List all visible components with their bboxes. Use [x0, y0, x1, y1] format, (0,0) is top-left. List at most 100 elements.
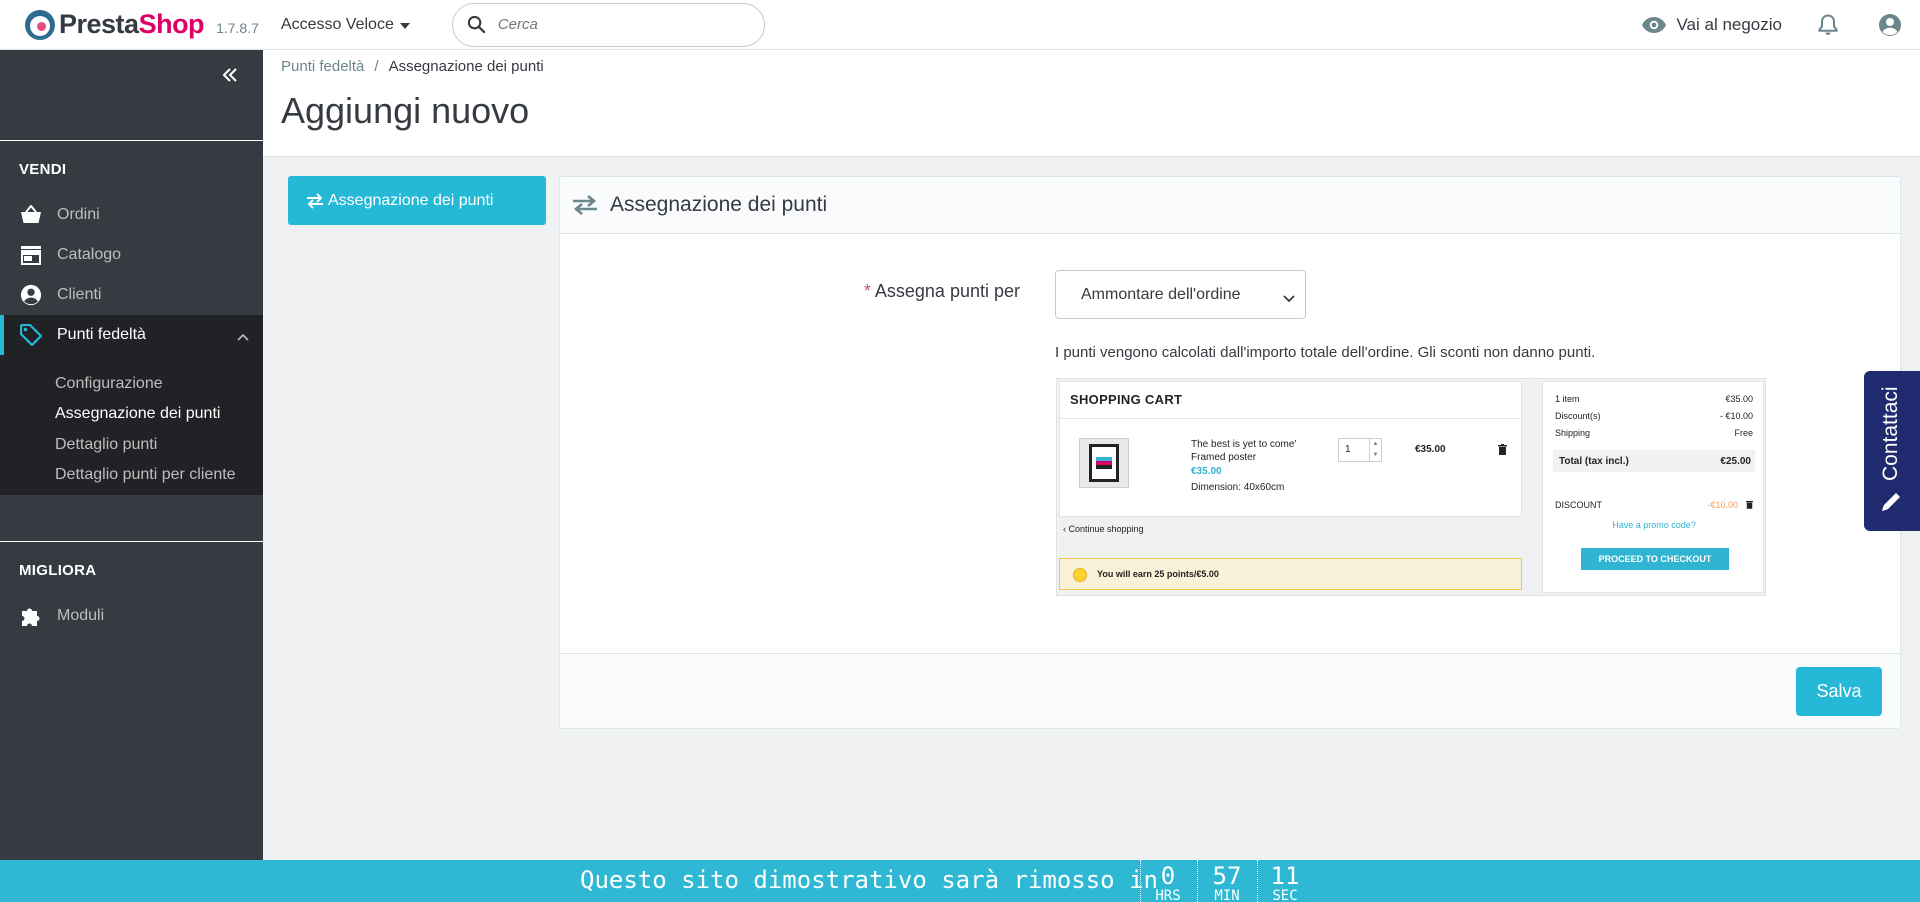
- sidebar-item-label: Ordini: [57, 206, 100, 223]
- account-circle-icon: [19, 283, 43, 307]
- product-name: The best is yet to come' Framed poster: [1191, 439, 1297, 463]
- tag-icon: [19, 323, 43, 347]
- submenu-item-points-detail[interactable]: Dettaglio punti: [55, 436, 157, 454]
- sidebar-divider: [0, 541, 263, 542]
- countdown-separator: [1140, 860, 1141, 902]
- form-panel: Assegnazione dei punti * Assegna punti pe…: [559, 176, 1901, 729]
- loyalty-submenu: Configurazione Assegnazione dei punti De…: [0, 355, 263, 495]
- discount-row: DISCOUNT -€10.00: [1555, 500, 1753, 510]
- puzzle-icon: [19, 604, 43, 628]
- basket-icon: [19, 203, 43, 227]
- cart-preview-image: SHOPPING CART The best is yet to come' Fr…: [1056, 378, 1766, 596]
- contact-us-tab[interactable]: Contattaci: [1864, 371, 1920, 531]
- sidebar: VENDI Ordini Catalogo Clienti Punti fede…: [0, 50, 263, 860]
- coin-icon: [1073, 568, 1087, 582]
- divider: [1060, 418, 1521, 419]
- countdown-minutes: 57 MIN: [1212, 862, 1242, 902]
- sidebar-divider: [0, 140, 263, 141]
- save-button[interactable]: Salva: [1796, 667, 1882, 716]
- sidebar-item-customers[interactable]: Clienti: [0, 275, 263, 315]
- panel-footer: Salva: [560, 653, 1900, 728]
- summary-total: Total (tax incl.) €25.00: [1553, 450, 1755, 472]
- required-asterisk: *: [863, 281, 871, 301]
- breadcrumb-current: Assegnazione dei punti: [388, 58, 544, 75]
- assign-points-select[interactable]: Ammontare dell'ordine: [1055, 270, 1306, 319]
- quantity-stepper-icon: ▲ ▼: [1370, 438, 1382, 462]
- summary-row: 1 item €35.00: [1555, 394, 1753, 404]
- panel-header: Assegnazione dei punti: [560, 177, 1900, 234]
- logo-text-shop: Shop: [138, 9, 205, 39]
- demo-countdown-banner: Questo sito dimostrativo sarà rimosso in…: [0, 860, 1920, 902]
- demo-banner-text: Questo sito dimostrativo sarà rimosso in: [580, 866, 1158, 894]
- cart-preview-items: SHOPPING CART The best is yet to come' Fr…: [1059, 381, 1522, 517]
- summary-row: Shipping Free: [1555, 428, 1753, 438]
- search-icon[interactable]: [467, 15, 486, 34]
- logo-text-presta: Presta: [59, 9, 139, 39]
- notifications-bell-icon[interactable]: [1818, 14, 1838, 36]
- top-header: PrestaShop 1.7.8.7 Accesso Veloce Vai al…: [0, 0, 1920, 50]
- countdown-separator: [1257, 860, 1258, 902]
- sidebar-item-loyalty-points[interactable]: Punti fedeltà: [0, 315, 263, 355]
- breadcrumb-parent[interactable]: Punti fedeltà: [281, 58, 364, 75]
- view-shop-label: Vai al negozio: [1676, 15, 1782, 34]
- sidebar-item-modules[interactable]: Moduli: [0, 596, 263, 636]
- tab-points-assignment[interactable]: Assegnazione dei punti: [288, 176, 546, 225]
- pencil-icon: [1879, 490, 1903, 519]
- quick-access-dropdown[interactable]: Accesso Veloce: [281, 16, 410, 34]
- puffin-logo-icon: [25, 9, 55, 40]
- view-shop-link[interactable]: Vai al negozio: [1642, 15, 1782, 35]
- promo-code-link: Have a promo code?: [1612, 520, 1696, 530]
- sidebar-item-orders[interactable]: Ordini: [0, 195, 263, 235]
- breadcrumb: Punti fedeltà / Assegnazione dei punti: [281, 58, 544, 75]
- quantity-value: 1: [1338, 438, 1370, 462]
- search-input[interactable]: [497, 16, 728, 33]
- product-price: €35.00: [1191, 466, 1222, 477]
- sidebar-section-sell: VENDI: [19, 161, 67, 178]
- earn-points-box: You will earn 25 points/€5.00: [1059, 558, 1522, 590]
- eye-icon: [1642, 17, 1667, 33]
- line-price: €35.00: [1415, 444, 1446, 455]
- trash-icon: [1746, 501, 1753, 509]
- quick-access-label: Accesso Veloce: [280, 15, 394, 33]
- page-header: Punti fedeltà / Assegnazione dei punti Agg…: [263, 50, 1920, 157]
- tab-label: Assegnazione dei punti: [328, 191, 494, 209]
- panel-title: Assegnazione dei punti: [610, 193, 828, 216]
- cart-preview-summary: 1 item €35.00 Discount(s) - €10.00 Shippin…: [1542, 381, 1764, 593]
- trash-icon: [1498, 442, 1507, 460]
- sidebar-item-catalog[interactable]: Catalogo: [0, 235, 263, 275]
- prestashop-logo[interactable]: PrestaShop: [25, 9, 205, 40]
- checkout-button-preview: PROCEED TO CHECKOUT: [1581, 548, 1729, 570]
- cart-preview-title: SHOPPING CART: [1070, 392, 1183, 407]
- submenu-item-points-per-customer[interactable]: Dettaglio punti per cliente: [55, 466, 236, 484]
- version-label: 1.7.8.7: [216, 19, 259, 36]
- sidebar-item-label: Clienti: [57, 286, 102, 303]
- page-title: Aggiungi nuovo: [281, 90, 530, 131]
- countdown-hours: 0 HRS: [1155, 862, 1181, 902]
- exchange-icon: [307, 192, 323, 209]
- store-icon: [19, 243, 43, 267]
- submenu-item-points-assignment[interactable]: Assegnazione dei punti: [55, 405, 220, 423]
- sidebar-item-label: Catalogo: [57, 246, 122, 263]
- help-text: I punti vengono calcolati dall'importo t…: [1055, 344, 1596, 361]
- chevron-up-icon: [237, 328, 249, 346]
- continue-shopping: ‹ Continue shopping: [1063, 524, 1144, 534]
- select-value: Ammontare dell'ordine: [1081, 285, 1241, 303]
- earn-points-text: You will earn 25 points/€5.00: [1097, 569, 1219, 579]
- sidebar-item-label: Punti fedeltà: [57, 326, 146, 343]
- assign-points-label: * Assegna punti per: [560, 281, 1020, 302]
- product-dimension: Dimension: 40x60cm: [1191, 482, 1285, 493]
- exchange-icon: [573, 195, 597, 215]
- breadcrumb-separator: /: [374, 58, 379, 75]
- sidebar-section-improve: MIGLIORA: [19, 562, 97, 579]
- summary-row: Discount(s) - €10.00: [1555, 411, 1753, 421]
- account-avatar-icon[interactable]: [1878, 13, 1902, 37]
- countdown-seconds: 11 SEC: [1270, 862, 1300, 902]
- caret-down-icon: [399, 22, 410, 29]
- submenu-item-configuration[interactable]: Configurazione: [55, 375, 163, 393]
- sidebar-item-label: Moduli: [57, 607, 105, 624]
- assign-points-label-text: Assegna punti per: [874, 281, 1020, 301]
- collapse-sidebar-icon[interactable]: [221, 64, 239, 88]
- search-bar[interactable]: [451, 2, 765, 47]
- countdown-separator: [1197, 860, 1198, 902]
- contact-us-label: Contattaci: [1879, 386, 1902, 481]
